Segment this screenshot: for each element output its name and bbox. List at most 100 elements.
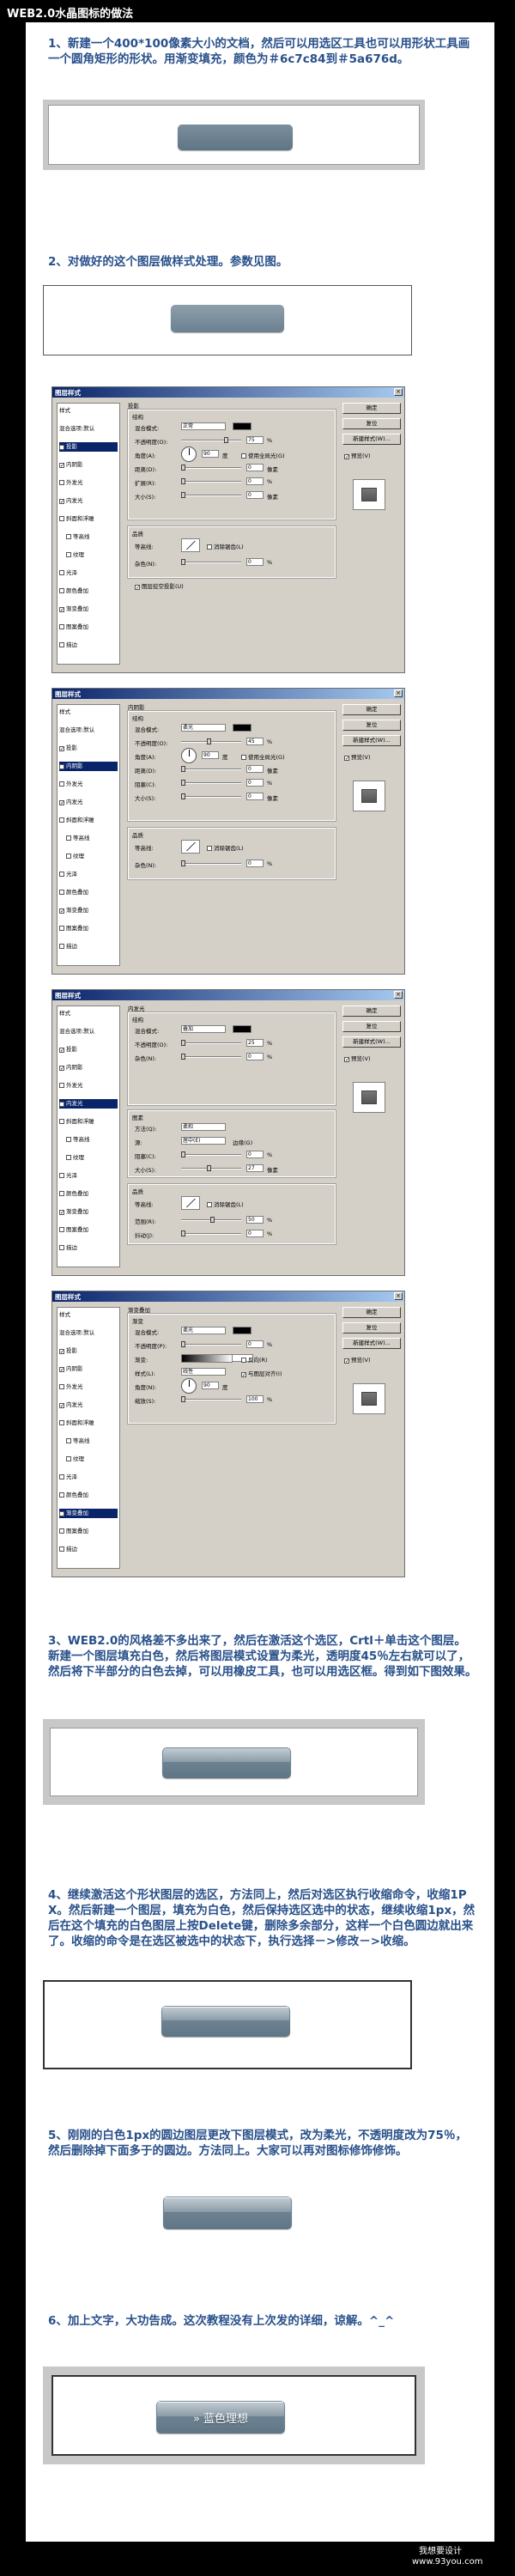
style-item[interactable]: 样式	[59, 1009, 118, 1018]
checkbox-icon[interactable]	[66, 534, 71, 539]
style-item[interactable]: ✓ 内阴影	[59, 762, 118, 771]
style-item[interactable]: 图案叠加	[59, 623, 118, 632]
mode-select[interactable]: 叠加	[181, 1025, 226, 1033]
checkbox-icon[interactable]: ✓	[344, 756, 349, 762]
style-item[interactable]: ✓ 投影	[59, 744, 118, 753]
mode-select[interactable]: 线性	[181, 1368, 226, 1376]
checkbox-icon[interactable]: ✓	[59, 1048, 64, 1054]
checkbox-icon[interactable]	[59, 1119, 64, 1124]
param-slider[interactable]	[181, 478, 241, 484]
preview-option[interactable]: ✓ 预览(V)	[344, 451, 371, 460]
param-value[interactable]: 0	[246, 765, 264, 773]
checkbox-icon[interactable]	[241, 755, 246, 760]
style-item[interactable]: 纹理	[66, 852, 124, 861]
style-item[interactable]: 图案叠加	[59, 1225, 118, 1235]
style-item[interactable]: ✓ 内发光	[59, 1400, 118, 1410]
param-value[interactable]: 50	[246, 1216, 264, 1224]
checkbox-icon[interactable]	[66, 1438, 71, 1443]
param-value[interactable]: 0	[246, 1053, 264, 1060]
checkbox-icon[interactable]	[241, 1358, 246, 1363]
checkbox-icon[interactable]	[59, 1528, 64, 1534]
checkbox-icon[interactable]	[59, 1492, 64, 1498]
param-value[interactable]: 0	[246, 793, 264, 800]
reverse-option[interactable]: 反向(R)	[241, 1355, 268, 1364]
style-item[interactable]: 斜面和浮雕	[59, 1419, 118, 1428]
param-slider[interactable]	[181, 437, 241, 443]
checkbox-icon[interactable]	[59, 1474, 64, 1479]
style-item[interactable]: 图案叠加	[59, 924, 118, 933]
style-item[interactable]: 颜色叠加	[59, 1189, 118, 1199]
style-item[interactable]: 光泽	[59, 1171, 118, 1181]
style-item[interactable]: 纹理	[66, 1455, 124, 1464]
param-value[interactable]: 0	[246, 779, 264, 787]
checkbox-icon[interactable]	[59, 1083, 64, 1088]
checkbox-icon[interactable]: ✓	[344, 1358, 349, 1364]
checkbox-icon[interactable]: ✓	[59, 607, 64, 613]
checkbox-icon[interactable]	[66, 1155, 71, 1160]
angle-dial[interactable]	[181, 748, 197, 763]
preview-option[interactable]: ✓ 预览(V)	[344, 1355, 371, 1364]
checkbox-icon[interactable]	[59, 944, 64, 949]
checkbox-icon[interactable]: ✓	[344, 1057, 349, 1063]
antialias-option[interactable]: 消除锯齿(L)	[207, 843, 244, 852]
checkbox-icon[interactable]: ✓	[59, 1403, 64, 1409]
color-swatch[interactable]	[233, 422, 251, 430]
param-slider[interactable]	[181, 793, 241, 799]
checkbox-icon[interactable]	[241, 453, 246, 459]
style-item[interactable]: ✓ 内发光	[59, 798, 118, 807]
mode-select[interactable]: 柔光	[181, 1327, 226, 1334]
param-slider[interactable]	[181, 780, 241, 786]
style-item[interactable]: 光泽	[59, 870, 118, 879]
align-option[interactable]: ✓ 与图层对齐(I)	[241, 1369, 282, 1378]
param-slider[interactable]	[181, 738, 241, 744]
style-item[interactable]: 描边	[59, 1545, 118, 1554]
style-item[interactable]: 样式	[59, 708, 118, 717]
close-icon[interactable]: ×	[394, 690, 403, 697]
color-swatch[interactable]	[233, 1327, 251, 1334]
checkbox-icon[interactable]	[207, 1202, 212, 1207]
checkbox-icon[interactable]	[59, 1546, 64, 1552]
style-item[interactable]: ✓ 渐变叠加	[59, 1207, 118, 1217]
style-item[interactable]: 描边	[59, 641, 118, 650]
checkbox-icon[interactable]	[59, 516, 64, 521]
style-item[interactable]: 纹理	[66, 550, 124, 560]
checkbox-icon[interactable]	[66, 835, 71, 841]
style-item[interactable]: ✓ 内阴影	[59, 1364, 118, 1374]
checkbox-icon[interactable]	[59, 1420, 64, 1425]
param-slider[interactable]	[181, 766, 241, 772]
param-value[interactable]: 0	[246, 1151, 264, 1158]
checkbox-icon[interactable]	[59, 926, 64, 931]
param-value[interactable]: 45	[246, 738, 264, 745]
angle-dial[interactable]	[181, 1378, 197, 1394]
new-style-button[interactable]: 新建样式(W)...	[342, 735, 401, 746]
ok-button[interactable]: 确定	[342, 704, 401, 715]
param-value[interactable]: 75	[246, 436, 264, 444]
style-item[interactable]: 颜色叠加	[59, 1491, 118, 1500]
checkbox-icon[interactable]	[59, 1191, 64, 1196]
style-item[interactable]: 外发光	[59, 478, 118, 488]
ok-button[interactable]: 确定	[342, 403, 401, 414]
param-value[interactable]: 25	[246, 1039, 264, 1047]
preview-option[interactable]: ✓ 预览(V)	[344, 1054, 371, 1063]
style-item[interactable]: 样式	[59, 1310, 118, 1320]
style-item[interactable]: ✓ 内阴影	[59, 460, 118, 470]
checkbox-icon[interactable]	[59, 1227, 64, 1232]
style-item[interactable]: 混合选项:默认	[59, 1328, 118, 1338]
checkbox-icon[interactable]: ✓	[59, 800, 64, 806]
param-slider[interactable]	[181, 1054, 241, 1060]
param-value[interactable]: 90	[202, 450, 219, 458]
param-value[interactable]: 0	[246, 464, 264, 471]
style-item[interactable]: ✓ 渐变叠加	[59, 1509, 118, 1518]
style-item[interactable]: ✓ 内发光	[59, 1099, 118, 1109]
contour-picker[interactable]	[181, 538, 200, 552]
checkbox-icon[interactable]	[207, 846, 212, 851]
checkbox-icon[interactable]	[59, 1173, 64, 1178]
checkbox-icon[interactable]: ✓	[59, 1511, 64, 1517]
style-item[interactable]: 等高线	[66, 1437, 124, 1446]
style-item[interactable]: 等高线	[66, 834, 124, 843]
reset-button[interactable]: 复位	[342, 418, 401, 429]
reset-button[interactable]: 复位	[342, 1322, 401, 1334]
param-select[interactable]: 居中(E)	[181, 1137, 226, 1145]
param-value[interactable]: 0	[246, 860, 264, 867]
checkbox-icon[interactable]	[59, 642, 64, 647]
